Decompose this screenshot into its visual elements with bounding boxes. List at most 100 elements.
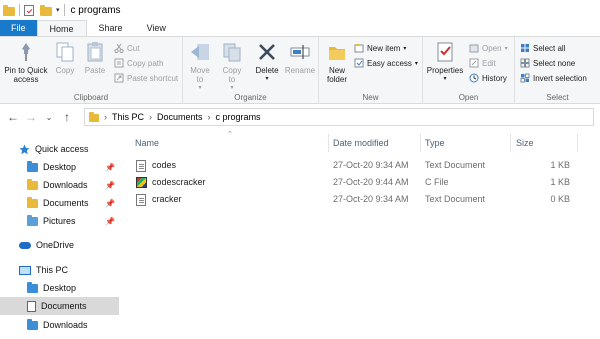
file-name: codes [152, 160, 177, 170]
navigation-bar: ← → ⌄ ↑ › This PC › Documents › c progra… [0, 104, 600, 130]
column-header-size[interactable]: Size [516, 138, 534, 148]
window-title: c programs [70, 4, 121, 16]
select-group: Select all Select none Invert selection … [515, 37, 600, 104]
pin-to-quick-access-button[interactable]: Pin to Quick access [3, 41, 49, 84]
breadcrumb-documents[interactable]: Documents [157, 112, 203, 122]
move-to-label: Move to [190, 66, 210, 84]
column-header-date-modified[interactable]: Date modified [333, 138, 389, 148]
new-item-button[interactable]: New item ▾ [354, 43, 406, 53]
title-bar: ▾ c programs [0, 0, 600, 20]
back-arrow-icon[interactable]: ← [4, 110, 22, 124]
rename-button[interactable]: Rename [284, 41, 316, 75]
sidebar-item-this-pc[interactable]: This PC [0, 261, 119, 279]
select-all-label: Select all [533, 43, 566, 53]
file-row[interactable]: cracker 27-Oct-20 9:34 AM Text Document … [119, 191, 600, 208]
breadcrumb-separator-icon[interactable]: › [208, 112, 211, 122]
move-to-button[interactable]: Move to ▾ [187, 41, 213, 93]
organize-group: Move to ▾ Copy to ▾ Delete ▾ Rename Orga… [183, 37, 319, 104]
tab-file[interactable]: File [0, 20, 37, 36]
move-to-icon [189, 41, 211, 63]
sidebar-item-quick-access[interactable]: Quick access [0, 140, 119, 158]
copy-path-icon [114, 58, 124, 68]
breadcrumb-this-pc[interactable]: This PC [112, 112, 144, 122]
ribbon-tabs: File Home Share View [0, 20, 600, 36]
cut-button[interactable]: Cut [114, 43, 139, 54]
tab-share[interactable]: Share [87, 20, 135, 36]
sidebar-item-label: This PC [36, 265, 69, 275]
downloads-folder-icon [27, 178, 38, 190]
pin-icon[interactable]: 📌 [105, 199, 115, 208]
new-group-label: New [362, 93, 379, 102]
paste-button[interactable]: Paste [83, 41, 107, 75]
copy-button[interactable]: Copy [53, 41, 77, 75]
clipboard-icon [84, 41, 106, 63]
pin-icon[interactable]: 📌 [105, 181, 115, 190]
sidebar-item-pc-desktop[interactable]: Desktop [0, 279, 119, 297]
delete-button[interactable]: Delete ▾ [253, 41, 281, 84]
column-header-type[interactable]: Type [425, 138, 445, 148]
column-divider[interactable] [420, 134, 421, 152]
edit-button[interactable]: Edit [469, 58, 496, 68]
file-size: 1 KB [550, 160, 570, 170]
sidebar-item-pc-downloads[interactable]: Downloads [0, 316, 119, 334]
sidebar-item-downloads[interactable]: Downloads 📌 [0, 176, 119, 194]
recent-locations-chevron-icon[interactable]: ⌄ [40, 113, 58, 122]
downloads-folder-icon [27, 318, 38, 330]
open-icon [469, 43, 479, 53]
computer-icon [19, 265, 31, 275]
documents-icon [27, 300, 36, 312]
pin-icon[interactable]: 📌 [105, 217, 115, 226]
forward-arrow-icon[interactable]: → [22, 110, 40, 124]
address-bar[interactable]: › This PC › Documents › c programs [84, 108, 594, 126]
file-row[interactable]: codes 27-Oct-20 9:34 AM Text Document 1 … [119, 157, 600, 174]
copy-to-button[interactable]: Copy to ▾ [219, 41, 245, 93]
rename-icon [289, 41, 311, 63]
select-none-button[interactable]: Select none [520, 58, 575, 68]
tab-home[interactable]: Home [36, 20, 87, 36]
toolbar-divider [19, 4, 20, 16]
open-button[interactable]: Open ▾ [469, 43, 508, 53]
desktop-folder-icon [27, 160, 38, 172]
file-row[interactable]: codescracker 27-Oct-20 9:44 AM C File 1 … [119, 174, 600, 191]
pin-icon[interactable]: 📌 [105, 163, 115, 172]
properties-icon[interactable] [24, 4, 36, 16]
file-type: Text Document [425, 160, 486, 170]
easy-access-button[interactable]: Easy access ▾ [354, 58, 418, 68]
edit-label: Edit [482, 58, 496, 68]
file-date: 27-Oct-20 9:44 AM [333, 177, 409, 187]
chevron-down-icon: ▾ [265, 76, 269, 82]
select-none-icon [520, 58, 530, 68]
properties-icon [434, 41, 456, 63]
properties-button[interactable]: Properties ▾ [425, 41, 465, 84]
tab-view[interactable]: View [135, 20, 178, 36]
folder-icon [89, 112, 99, 122]
up-arrow-icon[interactable]: ↑ [58, 110, 76, 124]
chevron-down-icon: ▾ [414, 60, 418, 67]
breadcrumb-separator-icon[interactable]: › [104, 112, 107, 122]
customize-toolbar-icon[interactable]: ▾ [56, 6, 60, 14]
new-folder-button[interactable]: New folder [323, 41, 351, 84]
new-item-icon [354, 43, 364, 53]
paste-shortcut-button[interactable]: Paste shortcut [114, 73, 178, 83]
file-type: Text Document [425, 194, 486, 204]
select-all-button[interactable]: Select all [520, 43, 565, 53]
new-folder-icon[interactable] [40, 4, 52, 16]
column-divider[interactable] [577, 134, 578, 152]
invert-selection-button[interactable]: Invert selection [520, 73, 587, 83]
breadcrumb-separator-icon[interactable]: › [149, 112, 152, 122]
sidebar-item-onedrive[interactable]: OneDrive [0, 236, 119, 254]
file-name: codescracker [152, 177, 206, 187]
sidebar-item-pc-documents[interactable]: Documents [0, 297, 119, 315]
sort-indicator-icon: ⌃ [227, 131, 233, 138]
history-button[interactable]: History [469, 73, 507, 83]
column-divider[interactable] [510, 134, 511, 152]
copy-path-button[interactable]: Copy path [114, 58, 163, 68]
column-header-name[interactable]: Name [135, 138, 159, 148]
sidebar-item-desktop[interactable]: Desktop 📌 [0, 158, 119, 176]
select-none-label: Select none [533, 58, 576, 68]
file-date: 27-Oct-20 9:34 AM [333, 160, 409, 170]
sidebar-item-pictures[interactable]: Pictures 📌 [0, 212, 119, 230]
sidebar-item-documents[interactable]: Documents 📌 [0, 194, 119, 212]
breadcrumb-c-programs[interactable]: c programs [216, 112, 261, 122]
column-divider[interactable] [328, 134, 329, 152]
